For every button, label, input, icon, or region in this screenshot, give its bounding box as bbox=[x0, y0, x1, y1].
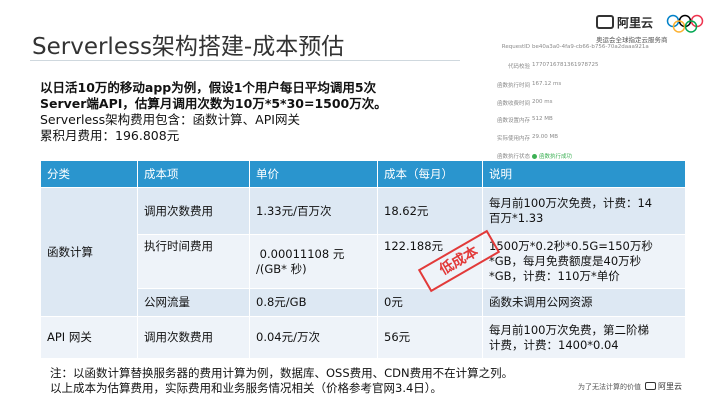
description-cell: 函数未调用公网资源 bbox=[482, 288, 686, 317]
panel-key: RequestID bbox=[501, 44, 530, 50]
panel-key: 代码校验 bbox=[507, 64, 530, 70]
header-monthly-cost: 成本（每月） bbox=[377, 160, 483, 188]
description-line: *GB，计费：110万*单价 bbox=[489, 269, 620, 283]
slide-title: Serverless架构搭建-成本预估 bbox=[32, 34, 345, 60]
panel-key: 函数执行时间 bbox=[496, 83, 530, 89]
panel-key: 函数执行状态 bbox=[496, 154, 530, 160]
description-line: 每月前100万次免费，第二阶梯 bbox=[489, 322, 649, 337]
table-row: 执行时间费用 0.00011108 元/(GB* 秒) 122.188元 150… bbox=[41, 234, 686, 289]
panel-value: 512 MB bbox=[532, 116, 553, 122]
unit-price-cell: 0.00011108 元/(GB* 秒) bbox=[249, 234, 378, 289]
description-line: 1500万*0.2秒*0.5G=150万秒 bbox=[489, 239, 653, 253]
panel-key: 实际使用内存 bbox=[496, 136, 530, 142]
description-cell: 每月前100万次免费，计费：14 百万*1.33 bbox=[482, 187, 686, 235]
description-cell: 每月前100万次免费，第二阶梯 计费，计费：1400*0.04 bbox=[482, 316, 686, 359]
table-header-row: 分类 成本项 单价 成本（每月） 说明 bbox=[40, 160, 686, 188]
monthly-cost-cell: 18.62元 bbox=[377, 187, 483, 235]
monthly-cost-cell: 56元 bbox=[377, 316, 483, 359]
description-line: 百万*1.33 bbox=[489, 211, 544, 225]
aliyun-logo: 阿里云 bbox=[596, 14, 653, 31]
brand-name: 阿里云 bbox=[617, 16, 654, 30]
panel-key: 函数收费时间 bbox=[496, 101, 530, 107]
price-line: /(GB* 秒) bbox=[256, 261, 307, 276]
footer-slogan: 为了无法计算的价值 bbox=[578, 383, 641, 391]
function-detail-panel: RequestID be40a3a0-4fa9-cb66-b756-70a2daa… bbox=[472, 40, 649, 165]
footnote-line-1: 注：以函数计算替换服务器的费用计算为例，数据库、OSS费用、CDN费用不在计算之… bbox=[50, 366, 514, 380]
header-cost-item: 成本项 bbox=[137, 160, 250, 188]
intro-line-4: 累积月费用：196.808元 bbox=[40, 128, 180, 143]
table-row: API 网关 调用次数费用 0.04元/万次 56元 每月前100万次免费，第二… bbox=[40, 316, 686, 359]
category-cell: 函数计算 bbox=[40, 187, 138, 317]
unit-price-cell: 0.8元/GB bbox=[249, 288, 378, 317]
table-row: 函数计算 调用次数费用 1.33元/百万次 18.62元 每月前100万次免费，… bbox=[40, 187, 686, 317]
footnote-line-2: 以上成本为估算费用，实际费用和业务服务情况相关（价格参考官网3.4日）。 bbox=[50, 381, 443, 395]
intro-line-2: Server端API，估算月调用次数为10万*5*30=1500万次。 bbox=[40, 96, 387, 111]
olympic-rings-icon bbox=[666, 14, 704, 33]
panel-value: 1770716781361978725 bbox=[532, 62, 599, 68]
footer: 为了无法计算的价值 阿里云 bbox=[578, 381, 682, 392]
intro-text: 以日活10万的移动app为例，假设1个用户每日平均调用5次 Server端API… bbox=[40, 80, 480, 144]
unit-price-cell: 1.33元/百万次 bbox=[249, 187, 378, 235]
header-unit-price: 单价 bbox=[249, 160, 378, 188]
description-cell: 1500万*0.2秒*0.5G=150万秒 *GB，每月免费额度是40万秒 *GB，… bbox=[482, 234, 686, 289]
footnote: 注：以函数计算替换服务器的费用计算为例，数据库、OSS费用、CDN费用不在计算之… bbox=[50, 366, 513, 396]
category-cell: API 网关 bbox=[40, 316, 138, 359]
footer-brand: 阿里云 bbox=[658, 382, 682, 391]
title-divider bbox=[30, 60, 460, 61]
intro-line-1: 以日活10万的移动app为例，假设1个用户每日平均调用5次 bbox=[40, 80, 377, 95]
cost-item-cell: 执行时间费用 bbox=[137, 234, 250, 289]
slide: Serverless架构搭建-成本预估 阿里云 奥运会全球指定云服务商 Requ… bbox=[0, 0, 720, 405]
cost-item-cell: 调用次数费用 bbox=[137, 316, 250, 359]
aliyun-mark-icon bbox=[645, 382, 656, 390]
intro-line-3: Serverless架构费用包含：函数计算、API网关 bbox=[40, 112, 300, 127]
table-row: 公网流量 0.8元/GB 0元 函数未调用公网资源 bbox=[41, 288, 686, 317]
panel-value: be40a3a0-4fa9-cb66-b756-70a2daaa921a bbox=[532, 44, 649, 50]
panel-value: 29.00 MB bbox=[532, 134, 559, 140]
success-dot-icon bbox=[532, 154, 537, 159]
cost-table: 分类 成本项 单价 成本（每月） 说明 函数计算 调用次数费用 1.33元/百万… bbox=[40, 160, 686, 359]
panel-value: 167.12 ms bbox=[532, 81, 562, 87]
description-line: 计费，计费：1400*0.04 bbox=[489, 337, 619, 352]
panel-status-value: 函数执行成功 bbox=[532, 152, 572, 160]
description-line: *GB，每月免费额度是40万秒 bbox=[489, 254, 642, 268]
header-description: 说明 bbox=[482, 160, 686, 188]
cost-item-cell: 调用次数费用 bbox=[137, 187, 250, 235]
unit-price-cell: 0.04元/万次 bbox=[249, 316, 378, 359]
header-category: 分类 bbox=[40, 160, 138, 188]
price-line: 0.00011108 元 bbox=[256, 246, 345, 261]
cost-item-cell: 公网流量 bbox=[137, 288, 250, 317]
aliyun-mark-icon bbox=[596, 15, 614, 29]
monthly-cost-cell: 0元 bbox=[377, 288, 483, 317]
description-line: 每月前100万次免费，计费：14 bbox=[489, 196, 653, 210]
panel-value: 200 ms bbox=[532, 99, 553, 105]
panel-key: 函数设置内存 bbox=[496, 118, 530, 124]
